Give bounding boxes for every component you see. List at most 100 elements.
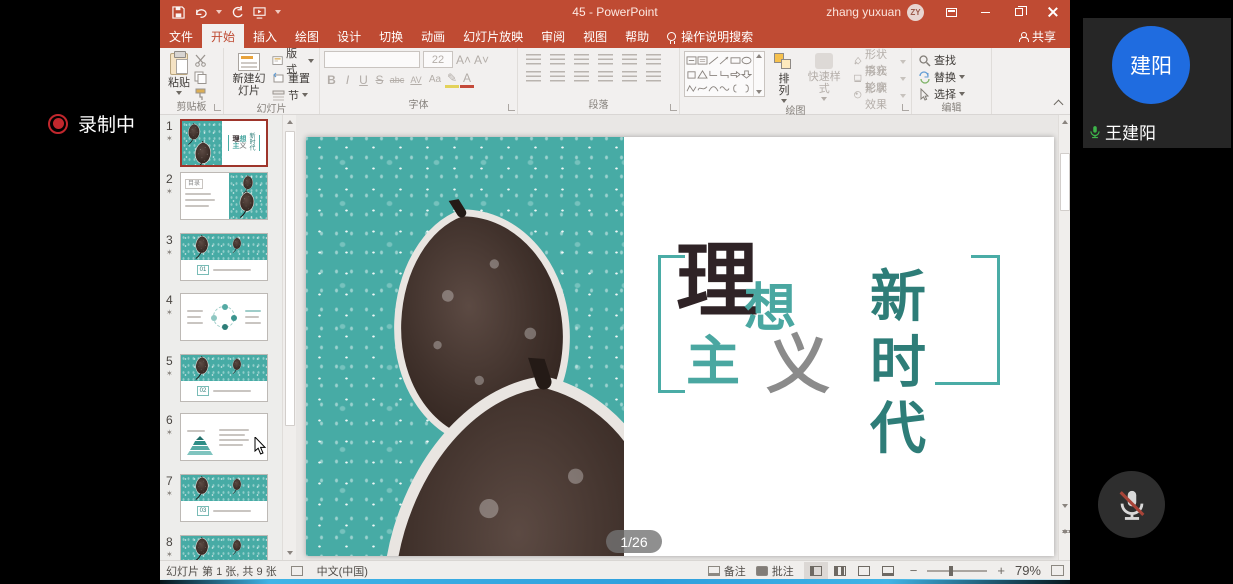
slide-2-thumbnail[interactable]: 目录 bbox=[180, 172, 268, 220]
align-left-icon[interactable] bbox=[526, 71, 541, 82]
align-right-icon[interactable] bbox=[574, 71, 589, 82]
strikethrough-button[interactable]: S bbox=[372, 73, 387, 87]
zoom-in-button[interactable]: + bbox=[997, 563, 1005, 578]
paste-button[interactable]: 粘贴 bbox=[164, 51, 194, 101]
shape-effects-button[interactable]: 形状效果 bbox=[851, 88, 908, 104]
slide-scroll-up-icon[interactable] bbox=[1062, 120, 1068, 124]
italic-button[interactable]: I bbox=[340, 73, 355, 87]
slide-5-thumbnail[interactable]: 02 bbox=[180, 354, 268, 402]
qat-customize-caret[interactable] bbox=[275, 10, 281, 14]
line-spacing-icon[interactable] bbox=[622, 54, 637, 65]
normal-view-button[interactable] bbox=[804, 562, 828, 580]
drawing-dialog-launcher[interactable] bbox=[902, 104, 909, 111]
replace-button[interactable]: 替换 bbox=[916, 69, 988, 85]
smartart-convert-icon[interactable] bbox=[646, 71, 661, 82]
share-button[interactable]: 共享 bbox=[1005, 24, 1070, 48]
change-case-button[interactable]: Aa bbox=[426, 74, 444, 85]
tab-help[interactable]: 帮助 bbox=[616, 24, 658, 48]
tab-insert[interactable]: 插入 bbox=[244, 24, 286, 48]
save-icon[interactable] bbox=[172, 6, 185, 19]
thumbnail-scrollbar-thumb[interactable] bbox=[285, 131, 295, 426]
tab-view[interactable]: 视图 bbox=[574, 24, 616, 48]
slide-7-thumbnail[interactable]: 03 bbox=[180, 474, 268, 522]
ribbon-display-options-button[interactable] bbox=[934, 0, 968, 24]
previous-slide-button[interactable] bbox=[1062, 512, 1070, 530]
slide-8-thumbnail[interactable] bbox=[180, 535, 268, 560]
grow-font-button[interactable]: A˄ bbox=[456, 53, 471, 67]
shapes-gallery-scrollbar[interactable] bbox=[753, 52, 764, 96]
notes-button[interactable]: 备注 bbox=[708, 563, 746, 579]
character-spacing-button[interactable]: AV bbox=[407, 75, 425, 85]
tab-review[interactable]: 审阅 bbox=[532, 24, 574, 48]
tab-animations[interactable]: 动画 bbox=[412, 24, 454, 48]
increase-indent-icon[interactable] bbox=[598, 54, 613, 65]
slide-scrollbar-thumb[interactable] bbox=[1060, 153, 1070, 211]
slide-scroll-down-icon[interactable] bbox=[1062, 504, 1068, 508]
slide-sorter-view-button[interactable] bbox=[828, 562, 852, 580]
restore-button[interactable] bbox=[1002, 0, 1036, 24]
tab-home[interactable]: 开始 bbox=[202, 24, 244, 48]
bold-button[interactable]: B bbox=[324, 73, 339, 87]
text-direction-icon[interactable] bbox=[646, 54, 661, 65]
align-center-icon[interactable] bbox=[550, 71, 565, 82]
microphone-mute-button[interactable] bbox=[1098, 471, 1165, 538]
redo-icon[interactable] bbox=[231, 6, 244, 19]
minimize-button[interactable] bbox=[968, 0, 1002, 24]
shapes-gallery[interactable] bbox=[684, 51, 765, 97]
arrange-button[interactable]: 排列 bbox=[770, 51, 798, 105]
slide-3-thumbnail[interactable]: 01 bbox=[180, 233, 268, 281]
comments-button[interactable]: 批注 bbox=[756, 563, 794, 579]
font-name-combobox[interactable] bbox=[324, 51, 420, 68]
select-button[interactable]: 选择 bbox=[916, 86, 988, 102]
thumbnail-scrollbar[interactable] bbox=[282, 115, 296, 560]
slide-1-thumbnail[interactable]: 理想主义 新时代 bbox=[180, 119, 268, 167]
slideshow-view-button[interactable] bbox=[876, 562, 900, 580]
slide-4-thumbnail[interactable] bbox=[180, 293, 268, 341]
decrease-indent-icon[interactable] bbox=[574, 54, 589, 65]
section-button[interactable]: 节 bbox=[270, 87, 316, 103]
undo-dropdown-caret[interactable] bbox=[216, 10, 222, 14]
underline-button[interactable]: U bbox=[356, 73, 371, 87]
zoom-out-button[interactable]: − bbox=[910, 563, 918, 578]
recording-indicator[interactable]: 录制中 bbox=[48, 110, 135, 137]
font-dialog-launcher[interactable] bbox=[508, 104, 515, 111]
tell-me-search[interactable]: 操作说明搜索 bbox=[658, 24, 762, 48]
shadow-button[interactable]: abc bbox=[388, 75, 406, 85]
quick-styles-button[interactable]: 快速样式 bbox=[803, 51, 846, 105]
account-chip[interactable]: zhang yuxuan ZY bbox=[816, 4, 934, 21]
collapse-ribbon-icon[interactable] bbox=[1054, 100, 1064, 110]
tab-design[interactable]: 设计 bbox=[328, 24, 370, 48]
font-color-button[interactable]: A bbox=[460, 71, 474, 88]
paragraph-dialog-launcher[interactable] bbox=[670, 104, 677, 111]
tab-transitions[interactable]: 切换 bbox=[370, 24, 412, 48]
columns-icon[interactable] bbox=[622, 71, 637, 82]
copy-icon[interactable] bbox=[194, 71, 207, 84]
language-status[interactable]: 中文(中国) bbox=[317, 563, 368, 579]
justify-icon[interactable] bbox=[598, 71, 613, 82]
zoom-slider[interactable] bbox=[927, 570, 987, 572]
slide-scrollbar[interactable] bbox=[1058, 115, 1070, 560]
accessibility-icon[interactable] bbox=[291, 566, 303, 576]
shrink-font-button[interactable]: A˅ bbox=[474, 53, 489, 67]
clipboard-dialog-launcher[interactable] bbox=[214, 104, 221, 111]
reading-view-button[interactable] bbox=[852, 562, 876, 580]
cut-icon[interactable] bbox=[194, 54, 207, 67]
start-slideshow-icon[interactable] bbox=[253, 6, 266, 19]
participant-tile[interactable]: 建阳 王建阳 bbox=[1083, 18, 1231, 148]
tab-file[interactable]: 文件 bbox=[160, 24, 202, 48]
thumbnail-scroll-down-icon[interactable] bbox=[287, 551, 293, 555]
close-button[interactable] bbox=[1036, 0, 1070, 24]
find-button[interactable]: 查找 bbox=[916, 52, 988, 68]
current-slide[interactable]: 理 想 主 义 新 时 代 1/26 bbox=[306, 137, 1054, 556]
format-painter-icon[interactable] bbox=[194, 88, 207, 101]
undo-icon[interactable] bbox=[194, 6, 207, 19]
bullets-icon[interactable] bbox=[526, 54, 541, 65]
reset-button[interactable]: 重置 bbox=[270, 70, 316, 86]
fit-slide-to-window-icon[interactable] bbox=[1051, 565, 1064, 576]
tab-slideshow[interactable]: 幻灯片放映 bbox=[454, 24, 532, 48]
zoom-percent[interactable]: 79% bbox=[1015, 563, 1041, 578]
new-slide-button[interactable]: 新建幻灯片 bbox=[228, 51, 270, 103]
font-size-combobox[interactable]: 22 bbox=[423, 51, 453, 68]
next-slide-button[interactable] bbox=[1062, 534, 1070, 552]
thumbnail-scroll-up-icon[interactable] bbox=[287, 120, 293, 124]
